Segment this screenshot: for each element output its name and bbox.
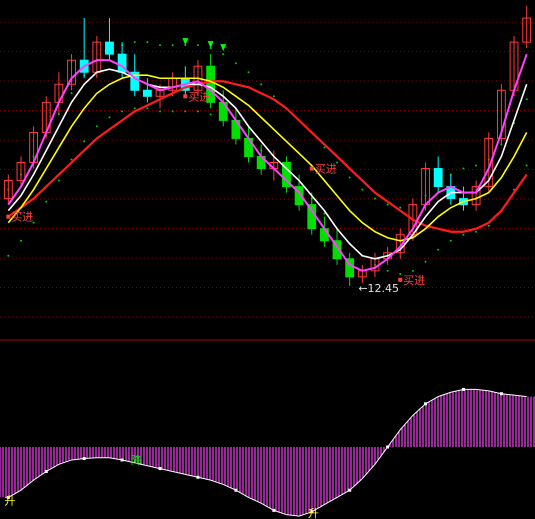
buy-dot [183, 94, 188, 99]
buy-signal-label: 买进 [188, 90, 210, 103]
envelope-dot-lower [70, 158, 73, 161]
envelope-dot-lower [57, 179, 60, 182]
envelope-dot-lower [525, 164, 528, 167]
candle [231, 108, 241, 145]
candles [3, 6, 532, 286]
envelope-dot-lower [7, 254, 10, 257]
oscillator-point [44, 469, 48, 473]
envelope-dot-upper [361, 188, 364, 191]
envelope-dot-lower [146, 107, 149, 110]
envelope-dot-upper [272, 95, 275, 98]
candle [282, 156, 291, 193]
stock-chart: 买进买进买进买进←12.45升降升 [0, 6, 535, 519]
oscillator-point [424, 402, 428, 406]
candle [357, 264, 367, 283]
envelope-dot-upper [260, 83, 263, 86]
envelope-dot-upper [70, 92, 73, 95]
oscillator-point [196, 475, 200, 479]
envelope-dot-upper [222, 53, 225, 56]
candle-body [142, 89, 152, 97]
envelope-dot-lower [159, 110, 162, 113]
envelope-dot-lower [411, 269, 414, 272]
envelope-dot-lower [209, 113, 212, 116]
low-price-annotation: ←12.45 [358, 282, 399, 295]
oscillator-label: 升 [308, 507, 319, 519]
buy-signal-label: 买进 [315, 163, 337, 176]
ma-line-ma-slow [7, 74, 528, 242]
envelope-dot-upper [475, 164, 478, 167]
envelope-dot-lower [475, 230, 478, 233]
candle [105, 18, 114, 61]
envelope-dot-upper [462, 167, 465, 170]
oscillator-point [499, 392, 503, 396]
ma-line-ma-fast [7, 53, 528, 272]
envelope-dot-lower [121, 110, 124, 113]
oscillator-label: 升 [4, 494, 15, 507]
oscillator-point [120, 458, 124, 462]
envelope-dot-lower [19, 239, 22, 242]
envelope-dot-lower [171, 110, 174, 113]
envelope-dot-upper [399, 206, 402, 209]
envelope-dot-lower [133, 107, 136, 110]
envelope-dot-lower [95, 125, 98, 128]
envelope-dot-upper [323, 146, 326, 149]
oscillator-label: 降 [131, 453, 142, 467]
oscillator-stripes [0, 389, 535, 516]
oscillator-point [158, 467, 162, 471]
candle [522, 6, 532, 49]
candle [471, 180, 481, 211]
oscillator-panel: 升 降升 [0, 387, 535, 519]
envelope-dot-lower [108, 116, 111, 119]
oscillator-point [272, 508, 276, 512]
envelope-dot-lower [83, 140, 86, 143]
sell-arrow-icon [220, 44, 227, 52]
sell-arrow-icon [207, 41, 214, 49]
envelope-dot-lower [462, 233, 465, 236]
buy-dot [6, 214, 11, 219]
envelope-dot-lower [424, 260, 427, 263]
candle-body [433, 168, 443, 188]
envelope-dots [7, 41, 528, 275]
envelope-dot-lower [399, 272, 402, 275]
envelope-dot-lower [386, 269, 389, 272]
oscillator-point [386, 445, 390, 449]
candle-body [319, 228, 329, 242]
envelope-dot-lower [487, 224, 490, 227]
envelope-dot-lower [196, 110, 199, 113]
envelope-dot-upper [171, 44, 174, 47]
envelope-dot-lower [449, 239, 452, 242]
envelope-dot-upper [348, 176, 351, 179]
envelope-dot-upper [159, 44, 162, 47]
envelope-dot-upper [525, 98, 528, 101]
envelope-dot-upper [386, 203, 389, 206]
buy-signal-label: 买进 [11, 211, 33, 224]
oscillator-point [82, 457, 86, 461]
oscillator-point [234, 488, 238, 492]
buy-signal-label: 买进 [403, 274, 425, 287]
signal-markers: 买进买进买进买进 [6, 38, 425, 287]
sell-arrow-icon [182, 38, 189, 46]
candle [446, 174, 456, 205]
oscillator-point [348, 488, 352, 492]
envelope-dot-upper [247, 71, 250, 74]
candle [433, 156, 443, 193]
envelope-dot-upper [234, 62, 237, 65]
candle [244, 126, 253, 163]
oscillator-point [461, 387, 465, 391]
envelope-dot-upper [133, 41, 136, 44]
envelope-dot-lower [184, 110, 187, 113]
envelope-dot-lower [437, 248, 440, 251]
envelope-dot-upper [146, 41, 149, 44]
envelope-dot-lower [45, 200, 48, 203]
buy-dot [309, 166, 314, 171]
envelope-dot-upper [373, 197, 376, 200]
envelope-dot-upper [196, 44, 199, 47]
candle-body [105, 41, 114, 55]
